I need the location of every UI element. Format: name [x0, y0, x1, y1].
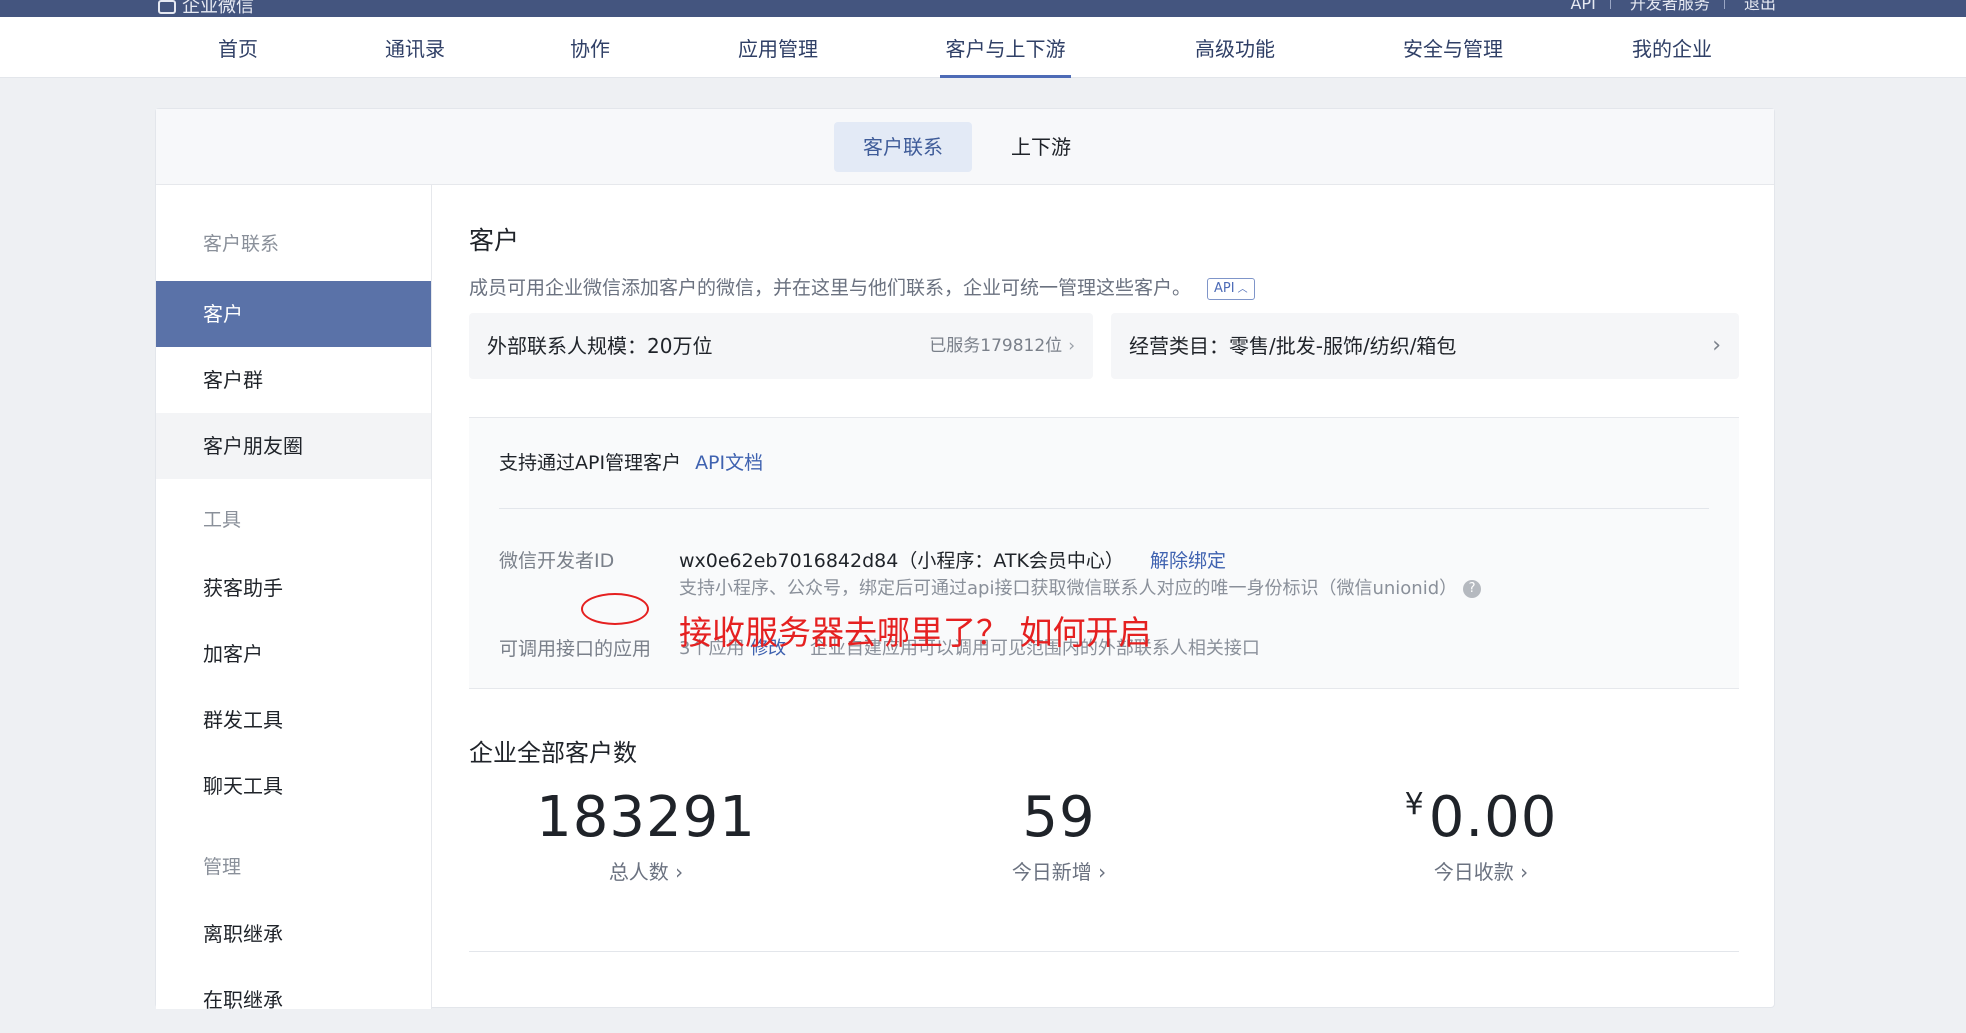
currency-symbol: ¥ — [1404, 787, 1425, 822]
sidebar-item-customers[interactable]: 客户 — [156, 281, 431, 347]
stat-revenue-label: 今日收款 — [1433, 860, 1514, 884]
annotation-circle — [581, 593, 649, 625]
brand-logo[interactable]: 企业微信 — [158, 0, 254, 18]
tab-customer-contact[interactable]: 客户联系 — [834, 122, 972, 172]
nav-security[interactable]: 安全与管理 — [1398, 17, 1508, 78]
sidebar: 客户联系 客户 客户群 客户朋友圈 工具 获客助手 加客户 群发工具 聊天工具 … — [156, 185, 432, 1012]
divider — [1723, 0, 1725, 9]
sub-tabs: 客户联系 上下游 — [156, 109, 1774, 185]
divider — [469, 951, 1739, 952]
stat-today-new[interactable]: 59 今日新增 › — [899, 785, 1219, 885]
api-panel: 支持通过API管理客户 API文档 微信开发者ID wx0e62eb7016842… — [469, 417, 1739, 689]
chevron-right-icon: › — [1098, 860, 1107, 884]
stat-total-label: 总人数 — [608, 860, 669, 884]
sidebar-group-contact: 客户联系 — [203, 233, 280, 255]
served-count[interactable]: 已服务179812位 › — [929, 313, 1075, 379]
divider — [1609, 0, 1611, 9]
stat-today-new-caption: 今日新增 › — [899, 856, 1219, 885]
top-link-dev[interactable]: 开发者服务 — [1630, 0, 1710, 13]
stat-today-new-value: 59 — [1022, 785, 1096, 850]
sidebar-item-resigned-inherit[interactable]: 离职继承 — [156, 901, 431, 967]
sidebar-item-acquisition[interactable]: 获客助手 — [156, 555, 431, 621]
scale-box[interactable]: 外部联系人规模：20万位 已服务179812位 › — [469, 313, 1093, 379]
stat-total-caption: 总人数 › — [486, 856, 806, 885]
dev-id-hint: 支持小程序、公众号，绑定后可通过api接口获取微信联系人对应的唯一身份标识（微信… — [679, 574, 1482, 600]
top-links: API 开发者服务 退出 — [1556, 0, 1776, 14]
sidebar-item-chat-tools[interactable]: 聊天工具 — [156, 753, 431, 819]
chevron-right-icon: › — [675, 860, 684, 884]
chevron-right-icon: › — [1068, 336, 1075, 356]
top-link-logout[interactable]: 退出 — [1744, 0, 1776, 13]
sidebar-item-customer-groups[interactable]: 客户群 — [156, 347, 431, 413]
api-heading: 支持通过API管理客户 API文档 — [499, 448, 763, 475]
stat-revenue-value: ¥0.00 — [1321, 785, 1641, 850]
unbind-link[interactable]: 解除绑定 — [1150, 550, 1226, 572]
wecom-logo-icon — [158, 0, 176, 14]
sidebar-item-active-inherit[interactable]: 在职继承 — [156, 967, 431, 1033]
dev-id-value: wx0e62eb7016842d84（小程序：ATK会员中心） 解除绑定 — [679, 546, 1226, 573]
stat-today-new-label: 今日新增 — [1011, 860, 1092, 884]
nav-contacts[interactable]: 通讯录 — [380, 17, 450, 78]
sidebar-item-add-customer[interactable]: 加客户 — [156, 621, 431, 687]
divider — [499, 508, 1709, 509]
page-title: 客户 — [469, 226, 520, 255]
stat-today-revenue[interactable]: ¥0.00 今日收款 › — [1321, 785, 1641, 885]
scale-label: 外部联系人规模：20万位 — [487, 334, 713, 358]
nav-home[interactable]: 首页 — [215, 17, 261, 78]
api-badge-label: API — [1214, 280, 1235, 296]
apps-label: 可调用接口的应用 — [499, 638, 652, 660]
main-nav: 首页 通讯录 协作 应用管理 客户与上下游 高级功能 安全与管理 我的企业 — [0, 17, 1966, 78]
nav-collab[interactable]: 协作 — [567, 17, 613, 78]
description-text: 成员可用企业微信添加客户的微信，并在这里与他们联系，企业可统一管理这些客户。 — [469, 277, 1192, 299]
served-text: 已服务179812位 — [929, 336, 1063, 356]
tab-upstream-downstream[interactable]: 上下游 — [986, 122, 1096, 172]
chevron-up-icon: ︿ — [1237, 283, 1248, 295]
chevron-right-icon: › — [1712, 333, 1721, 358]
category-label: 经营类目：零售/批发-服饰/纺织/箱包 — [1129, 334, 1457, 358]
dev-id-label: 微信开发者ID — [499, 550, 615, 572]
stats-title: 企业全部客户数 — [469, 739, 637, 767]
top-link-api[interactable]: API — [1570, 0, 1595, 13]
dev-id-hint-text: 支持小程序、公众号，绑定后可通过api接口获取微信联系人对应的唯一身份标识（微信… — [679, 578, 1458, 599]
nav-my-company[interactable]: 我的企业 — [1627, 17, 1717, 78]
chevron-right-icon: › — [1520, 860, 1529, 884]
stat-total-value: 183291 — [536, 785, 756, 850]
help-icon[interactable]: ? — [1463, 580, 1482, 598]
dev-id-text: wx0e62eb7016842d84（小程序：ATK会员中心） — [679, 550, 1124, 572]
api-doc-link[interactable]: API文档 — [695, 452, 763, 474]
category-box[interactable]: 经营类目：零售/批发-服饰/纺织/箱包 › — [1111, 313, 1739, 379]
revenue-amount: 0.00 — [1428, 785, 1558, 850]
sidebar-group-manage: 管理 — [203, 856, 242, 878]
api-badge[interactable]: API ︿ — [1207, 277, 1255, 300]
sidebar-item-mass-send[interactable]: 群发工具 — [156, 687, 431, 753]
main-card: 客户联系 上下游 客户联系 客户 客户群 客户朋友圈 工具 获客助手 加客户 群… — [155, 108, 1775, 1012]
brand-name: 企业微信 — [182, 0, 254, 17]
sidebar-item-moments[interactable]: 客户朋友圈 — [156, 413, 431, 479]
top-bar: 企业微信 API 开发者服务 退出 — [0, 0, 1966, 17]
page-description: 成员可用企业微信添加客户的微信，并在这里与他们联系，企业可统一管理这些客户。 AP… — [469, 273, 1255, 300]
annotation-text: 接收服务器去哪里了？ 如何开启 — [679, 613, 1152, 652]
stat-total[interactable]: 183291 总人数 › — [486, 785, 806, 885]
sidebar-group-tools: 工具 — [203, 509, 242, 531]
nav-apps[interactable]: 应用管理 — [733, 17, 823, 78]
api-heading-text: 支持通过API管理客户 — [499, 452, 682, 474]
nav-customers[interactable]: 客户与上下游 — [940, 17, 1071, 78]
stat-revenue-caption: 今日收款 › — [1321, 856, 1641, 885]
nav-advanced[interactable]: 高级功能 — [1190, 17, 1280, 78]
